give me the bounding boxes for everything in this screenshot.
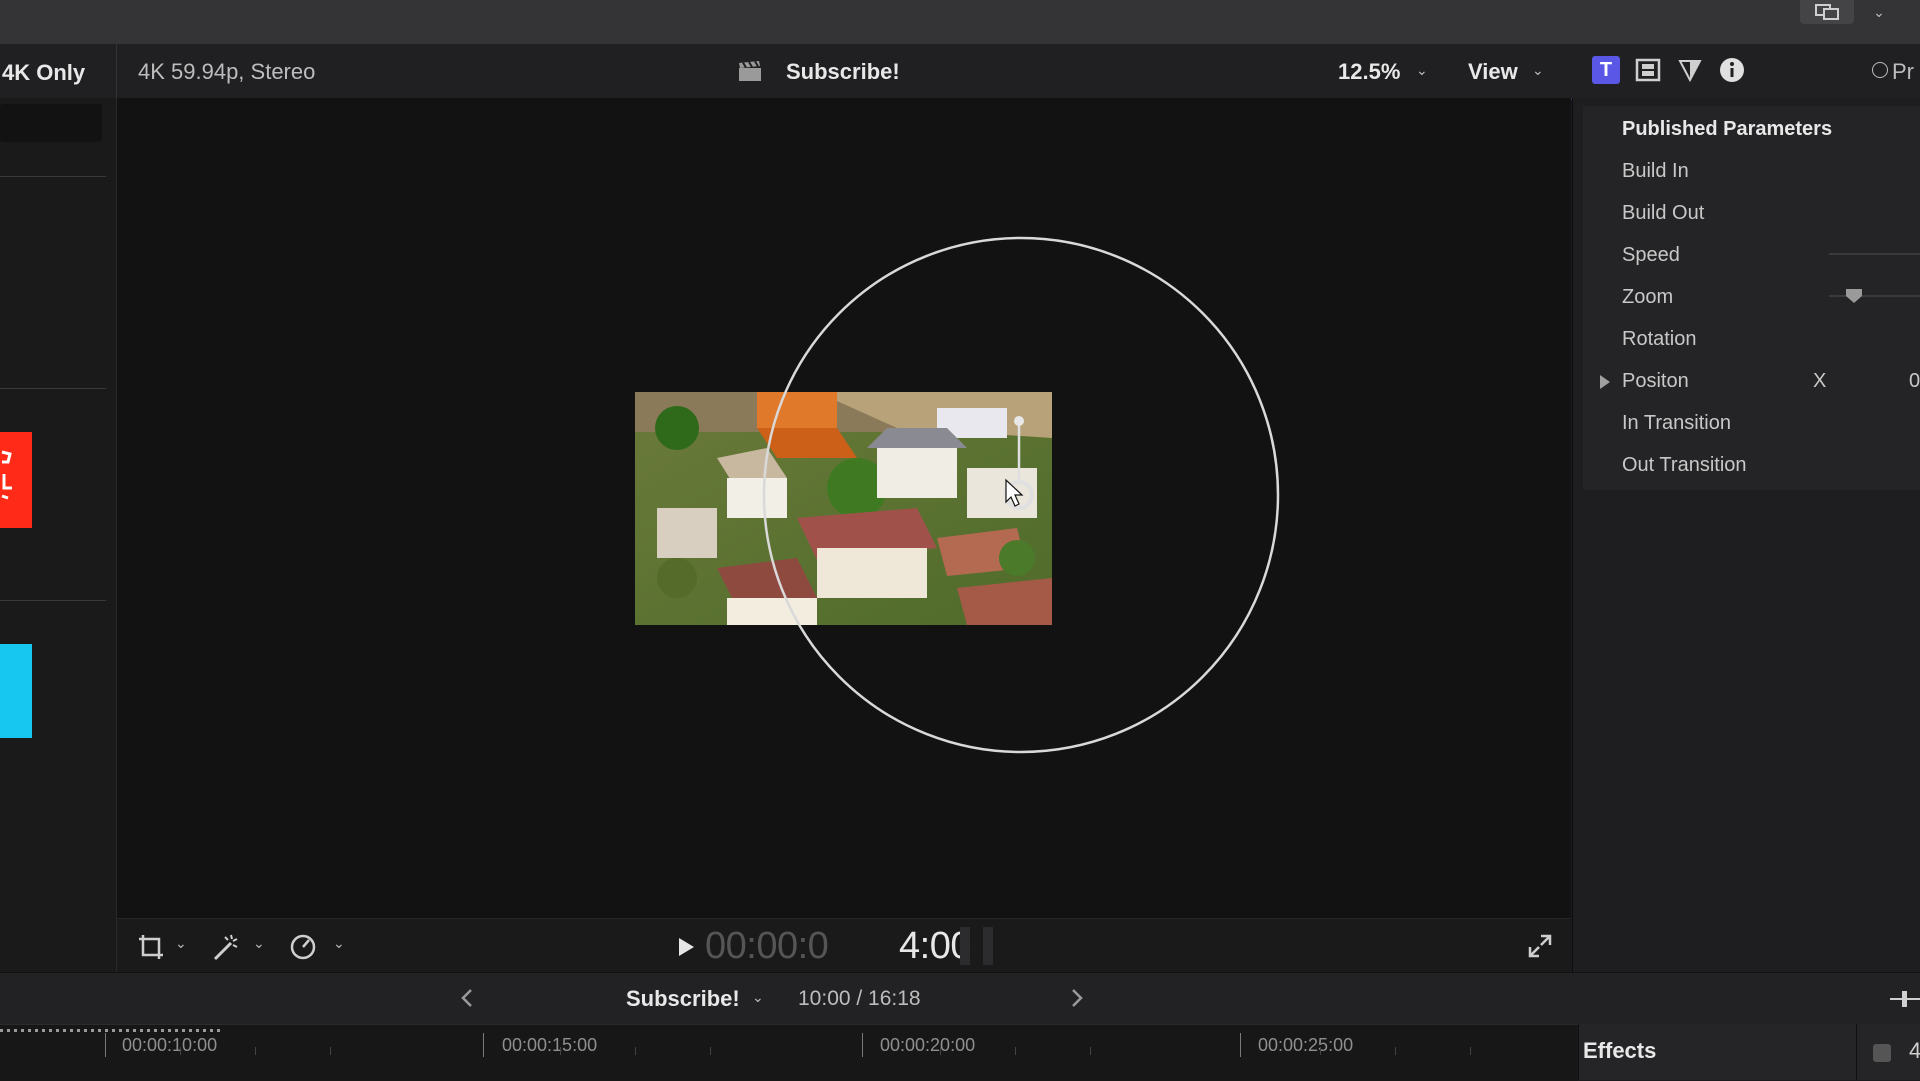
fullscreen-icon[interactable]	[1527, 933, 1553, 964]
chevron-right-icon[interactable]	[1070, 987, 1084, 1014]
param-position: Positon	[1622, 370, 1689, 392]
chevron-down-icon[interactable]: ⌄	[752, 989, 764, 1006]
search-field[interactable]	[0, 104, 102, 142]
disclosure-triangle-icon[interactable]	[1599, 374, 1611, 395]
param-build-in: Build In	[1622, 160, 1689, 182]
speed-icon[interactable]	[289, 933, 317, 966]
text-icon[interactable]: T	[1592, 56, 1620, 84]
divider	[0, 600, 106, 601]
chevron-down-icon[interactable]: ⌄	[333, 935, 345, 952]
section-title: Published Parameters	[1622, 118, 1833, 140]
param-speed: Speed	[1622, 244, 1680, 266]
timecode-leading: 00:00:0	[705, 925, 829, 967]
position-x-value[interactable]: 0	[1909, 370, 1920, 393]
zoom-slider-icon[interactable]	[1890, 989, 1920, 1014]
effects-title[interactable]: Effects	[1583, 1038, 1656, 1064]
ruler-tick	[483, 1033, 484, 1057]
chevron-down-icon[interactable]: ⌄	[175, 935, 187, 952]
chevron-left-icon[interactable]	[460, 987, 474, 1014]
position-x-label: X	[1813, 370, 1827, 392]
timeline-ruler[interactable]: 00:00:10:00 00:00:15:00 00:00:20:00 00:0…	[0, 1024, 1578, 1081]
clip-title: Subscribe!	[786, 59, 900, 84]
inspector-panel: Published Parameters Build In Build Out …	[1572, 98, 1920, 972]
effects-count-partial: 4	[1909, 1038, 1920, 1063]
display-icon[interactable]	[1800, 0, 1854, 24]
library-filter-label[interactable]: 4K Only	[2, 60, 85, 86]
clip-thumbnail-red[interactable]	[0, 432, 32, 528]
zoom-slider[interactable]	[1829, 295, 1920, 297]
param-build-out: Build Out	[1622, 202, 1705, 224]
param-out-transition: Out Transition	[1622, 454, 1747, 476]
radio-icon[interactable]	[1872, 62, 1888, 78]
info-icon[interactable]	[1718, 56, 1746, 84]
film-icon[interactable]	[1634, 56, 1662, 84]
clapper-icon	[737, 60, 763, 87]
checkbox[interactable]	[1873, 1044, 1891, 1062]
audio-meter	[983, 927, 993, 965]
param-rotation: Rotation	[1622, 328, 1697, 350]
ruler-timecode: 00:00:25:00	[1258, 1035, 1354, 1055]
browser-strip	[0, 98, 117, 972]
chevron-down-icon[interactable]: ⌄	[253, 935, 265, 952]
filter-icon[interactable]	[1676, 56, 1704, 84]
range-marker	[0, 1029, 220, 1032]
inspector-header: T Pr	[1572, 44, 1920, 98]
slider-thumb-icon[interactable]	[1845, 288, 1863, 309]
divider	[0, 176, 106, 177]
play-icon[interactable]	[677, 937, 695, 962]
project-name[interactable]: Subscribe!	[626, 986, 740, 1012]
timeline-toolbar: Subscribe! ⌄ 10:00 / 16:18	[0, 972, 1920, 1025]
audio-meter	[960, 927, 970, 965]
viewer-controls: ⌄ ⌄ ⌄ 00:00:0 4:00	[117, 918, 1571, 973]
magic-wand-icon[interactable]	[211, 933, 241, 966]
duration-label: 10:00 / 16:18	[798, 987, 921, 1010]
chevron-down-icon[interactable]: ⌄	[1416, 62, 1428, 79]
zoom-menu[interactable]: 12.5%	[1338, 59, 1400, 85]
crop-icon[interactable]	[137, 933, 165, 966]
chevron-down-icon[interactable]: ⌄	[1862, 0, 1896, 24]
divider	[1856, 1024, 1857, 1080]
viewer-header: 4K Only 4K 59.94p, Stereo Subscribe! 12.…	[0, 44, 1572, 100]
effects-browser-header: Effects 4	[1578, 1024, 1920, 1080]
ruler-timecode: 00:00:20:00	[880, 1035, 976, 1055]
divider	[0, 388, 106, 389]
param-zoom: Zoom	[1622, 286, 1674, 308]
divider	[116, 44, 117, 98]
ruler-tick	[1240, 1033, 1241, 1057]
ruler-timecode: 00:00:10:00	[122, 1035, 218, 1055]
view-menu[interactable]: View	[1468, 59, 1518, 85]
chevron-down-icon[interactable]: ⌄	[1532, 62, 1544, 79]
inspector-tab-partial[interactable]: Pr	[1892, 59, 1914, 85]
param-in-transition: In Transition	[1622, 412, 1731, 434]
clip-thumbnail-cyan[interactable]	[0, 644, 32, 738]
ruler-timecode: 00:00:15:00	[502, 1035, 598, 1055]
viewer-canvas[interactable]	[117, 98, 1571, 918]
ruler-tick	[862, 1033, 863, 1057]
village-image	[635, 236, 1280, 754]
format-label: 4K 59.94p, Stereo	[138, 59, 316, 84]
speed-slider[interactable]	[1829, 253, 1920, 255]
window-top-bar: ⌄	[0, 0, 1920, 45]
ruler-tick	[105, 1033, 106, 1057]
